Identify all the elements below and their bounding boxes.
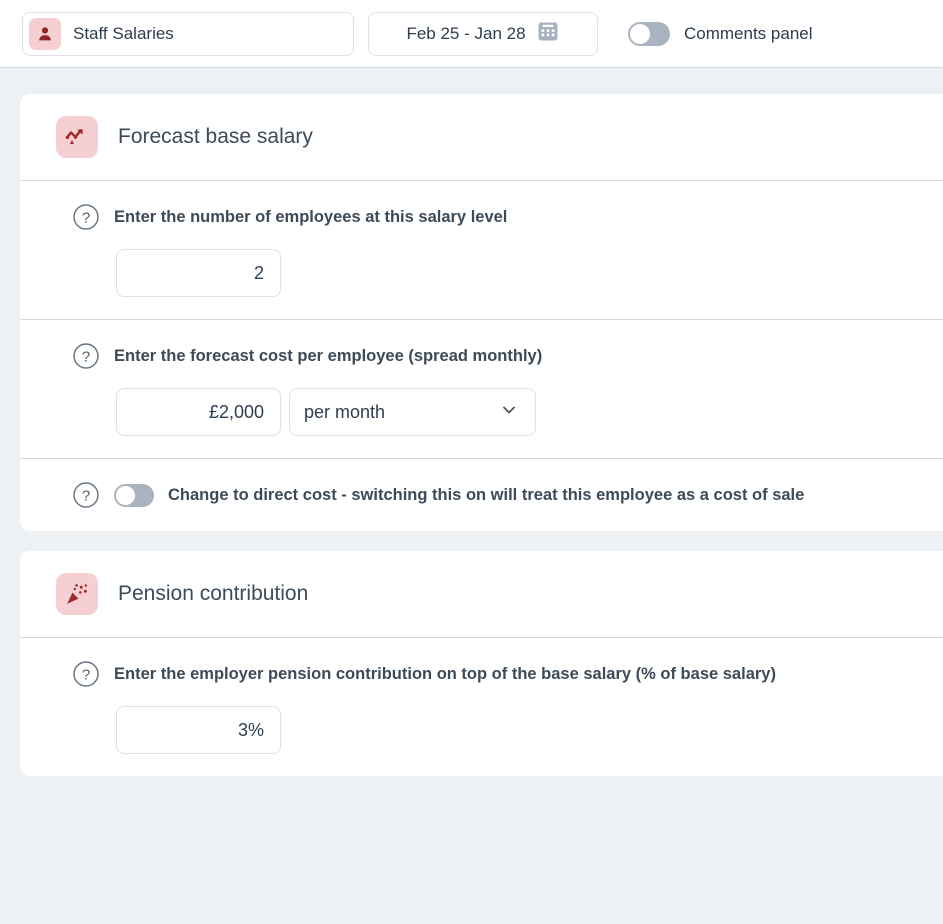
- field-inputs: £2,000 per month: [20, 388, 943, 436]
- svg-text:?: ?: [82, 210, 90, 227]
- date-range-selector[interactable]: Feb 25 - Jan 28: [368, 11, 598, 56]
- field-label-line: ? Enter the forecast cost per employee (…: [20, 342, 943, 370]
- comments-panel-toggle-group[interactable]: Comments panel: [628, 21, 813, 46]
- card-pension-contribution: Pension contribution ? Enter the employe…: [20, 551, 943, 776]
- cost-frequency-value: per month: [304, 401, 386, 422]
- employees-count-input[interactable]: 2: [116, 249, 281, 297]
- entity-selector[interactable]: Staff Salaries: [22, 11, 354, 56]
- forecast-cost-input[interactable]: £2,000: [116, 388, 281, 436]
- cost-frequency-select[interactable]: per month: [289, 388, 536, 436]
- card-header: Forecast base salary: [20, 94, 943, 181]
- chevron-down-icon: [499, 400, 519, 425]
- question-circle-icon[interactable]: ?: [72, 660, 100, 688]
- field-employer-pension-contribution: ? Enter the employer pension contributio…: [20, 638, 943, 776]
- card-header: Pension contribution: [20, 551, 943, 638]
- svg-text:?: ?: [82, 349, 90, 366]
- field-label-line: ? Enter the number of employees at this …: [20, 203, 943, 231]
- svg-text:?: ?: [82, 488, 90, 505]
- date-range-label: Feb 25 - Jan 28: [406, 23, 526, 43]
- comments-panel-label: Comments panel: [684, 23, 813, 43]
- field-label: Enter the forecast cost per employee (sp…: [114, 346, 543, 365]
- field-label: Enter the employer pension contribution …: [114, 664, 776, 683]
- field-label: Change to direct cost - switching this o…: [168, 485, 805, 504]
- calendar-icon: [536, 19, 560, 48]
- question-circle-icon[interactable]: ?: [72, 342, 100, 370]
- card-title: Pension contribution: [118, 582, 309, 605]
- field-change-to-direct-cost: ? Change to direct cost - switching this…: [20, 459, 943, 531]
- field-label-line: ? Change to direct cost - switching this…: [20, 481, 943, 509]
- card-title: Forecast base salary: [118, 125, 313, 148]
- field-label: Enter the number of employees at this sa…: [114, 207, 508, 226]
- pension-percentage-input[interactable]: 3%: [116, 706, 281, 754]
- svg-text:?: ?: [82, 667, 90, 684]
- field-number-of-employees: ? Enter the number of employees at this …: [20, 181, 943, 320]
- switch-knob: [630, 23, 650, 44]
- main-content: Forecast base salary ? Enter the number …: [0, 68, 943, 776]
- field-forecast-cost-per-employee: ? Enter the forecast cost per employee (…: [20, 320, 943, 459]
- entity-label: Staff Salaries: [73, 23, 174, 43]
- field-inputs: 3%: [20, 706, 943, 754]
- field-label-line: ? Enter the employer pension contributio…: [20, 660, 943, 688]
- user-icon: [29, 17, 61, 50]
- question-circle-icon[interactable]: ?: [72, 203, 100, 231]
- question-circle-icon[interactable]: ?: [72, 481, 100, 509]
- direct-cost-switch[interactable]: [114, 483, 154, 507]
- comments-panel-switch[interactable]: [628, 21, 670, 46]
- top-toolbar: Staff Salaries Feb 25 - Jan 28 Comments …: [0, 0, 943, 68]
- card-forecast-base-salary: Forecast base salary ? Enter the number …: [20, 94, 943, 531]
- field-inputs: 2: [20, 249, 943, 297]
- party-popper-icon: [56, 573, 98, 615]
- trend-up-icon: [56, 116, 98, 158]
- switch-knob: [116, 485, 135, 505]
